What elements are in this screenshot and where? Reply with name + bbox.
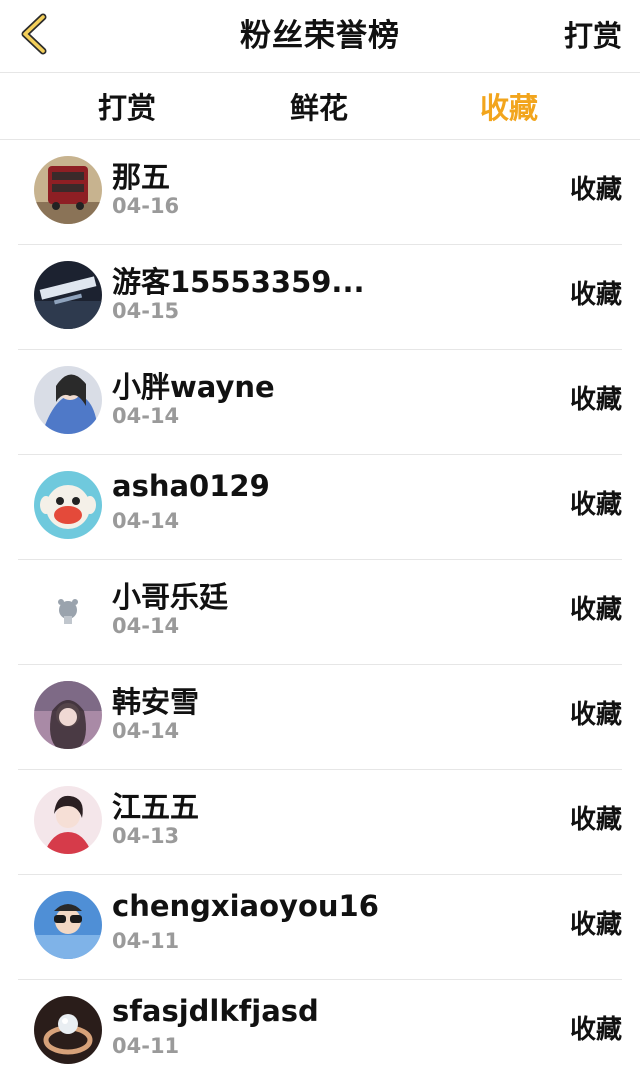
favorite-action[interactable]: 收藏 [570,455,622,559]
avatar [34,156,102,224]
avatar [34,786,102,854]
favorite-date: 04-14 [112,404,180,428]
favorite-action[interactable]: 收藏 [570,560,622,664]
favorite-date: 04-15 [112,299,180,323]
favorite-action[interactable]: 收藏 [570,770,622,874]
user-name: 韩安雪 [112,685,200,719]
avatar [34,261,102,329]
favorite-action[interactable]: 收藏 [570,875,622,979]
favorite-action[interactable]: 收藏 [570,350,622,454]
user-name: chengxiaoyou16 [112,889,379,923]
avatar [34,891,102,959]
favorite-date: 04-14 [112,614,180,638]
header-reward-button[interactable]: 打赏 [564,0,622,72]
list-item[interactable]: 江五五 04-13 收藏 [18,770,622,875]
user-name: 那五 [112,160,171,194]
avatar [34,366,102,434]
header-bar: 粉丝荣誉榜 打赏 [0,0,640,73]
page-title: 粉丝荣誉榜 [240,18,400,54]
favorite-date: 04-13 [112,824,180,848]
tab-bar: 打赏 鲜花 收藏 [0,73,640,140]
favorite-action[interactable]: 收藏 [570,245,622,349]
avatar [34,681,102,749]
user-name: 江五五 [112,790,200,824]
user-name: 小胖wayne [112,370,275,404]
favorite-date: 04-16 [112,194,180,218]
list-item[interactable]: sfasjdlkfjasd 04-11 收藏 [18,980,622,1084]
list-item[interactable]: asha0129 04-14 收藏 [18,455,622,560]
user-name: 小哥乐廷 [112,580,229,614]
list-item[interactable]: 小哥乐廷 04-14 收藏 [18,560,622,665]
favorite-date: 04-11 [112,1034,180,1058]
user-name: sfasjdlkfjasd [112,994,319,1028]
tab-favorites[interactable]: 收藏 [480,85,538,127]
user-name: 游客15553359... [112,265,365,299]
list-item[interactable]: 小胖wayne 04-14 收藏 [18,350,622,455]
user-name: asha0129 [112,469,270,503]
favorite-action[interactable]: 收藏 [570,980,622,1084]
list-item[interactable]: 那五 04-16 收藏 [18,140,622,245]
list-item[interactable]: 韩安雪 04-14 收藏 [18,665,622,770]
tab-flowers[interactable]: 鲜花 [290,85,348,127]
favorite-date: 04-14 [112,719,180,743]
favorite-date: 04-14 [112,509,180,533]
favorite-date: 04-11 [112,929,180,953]
fan-list: 那五 04-16 收藏 游客15553359... 04-15 收藏 小胖way… [0,140,640,1084]
avatar [34,576,102,644]
list-item[interactable]: chengxiaoyou16 04-11 收藏 [18,875,622,980]
tab-reward[interactable]: 打赏 [98,85,156,127]
favorite-action[interactable]: 收藏 [570,665,622,769]
favorite-action[interactable]: 收藏 [570,140,622,244]
list-item[interactable]: 游客15553359... 04-15 收藏 [18,245,622,350]
avatar [34,996,102,1064]
avatar [34,471,102,539]
